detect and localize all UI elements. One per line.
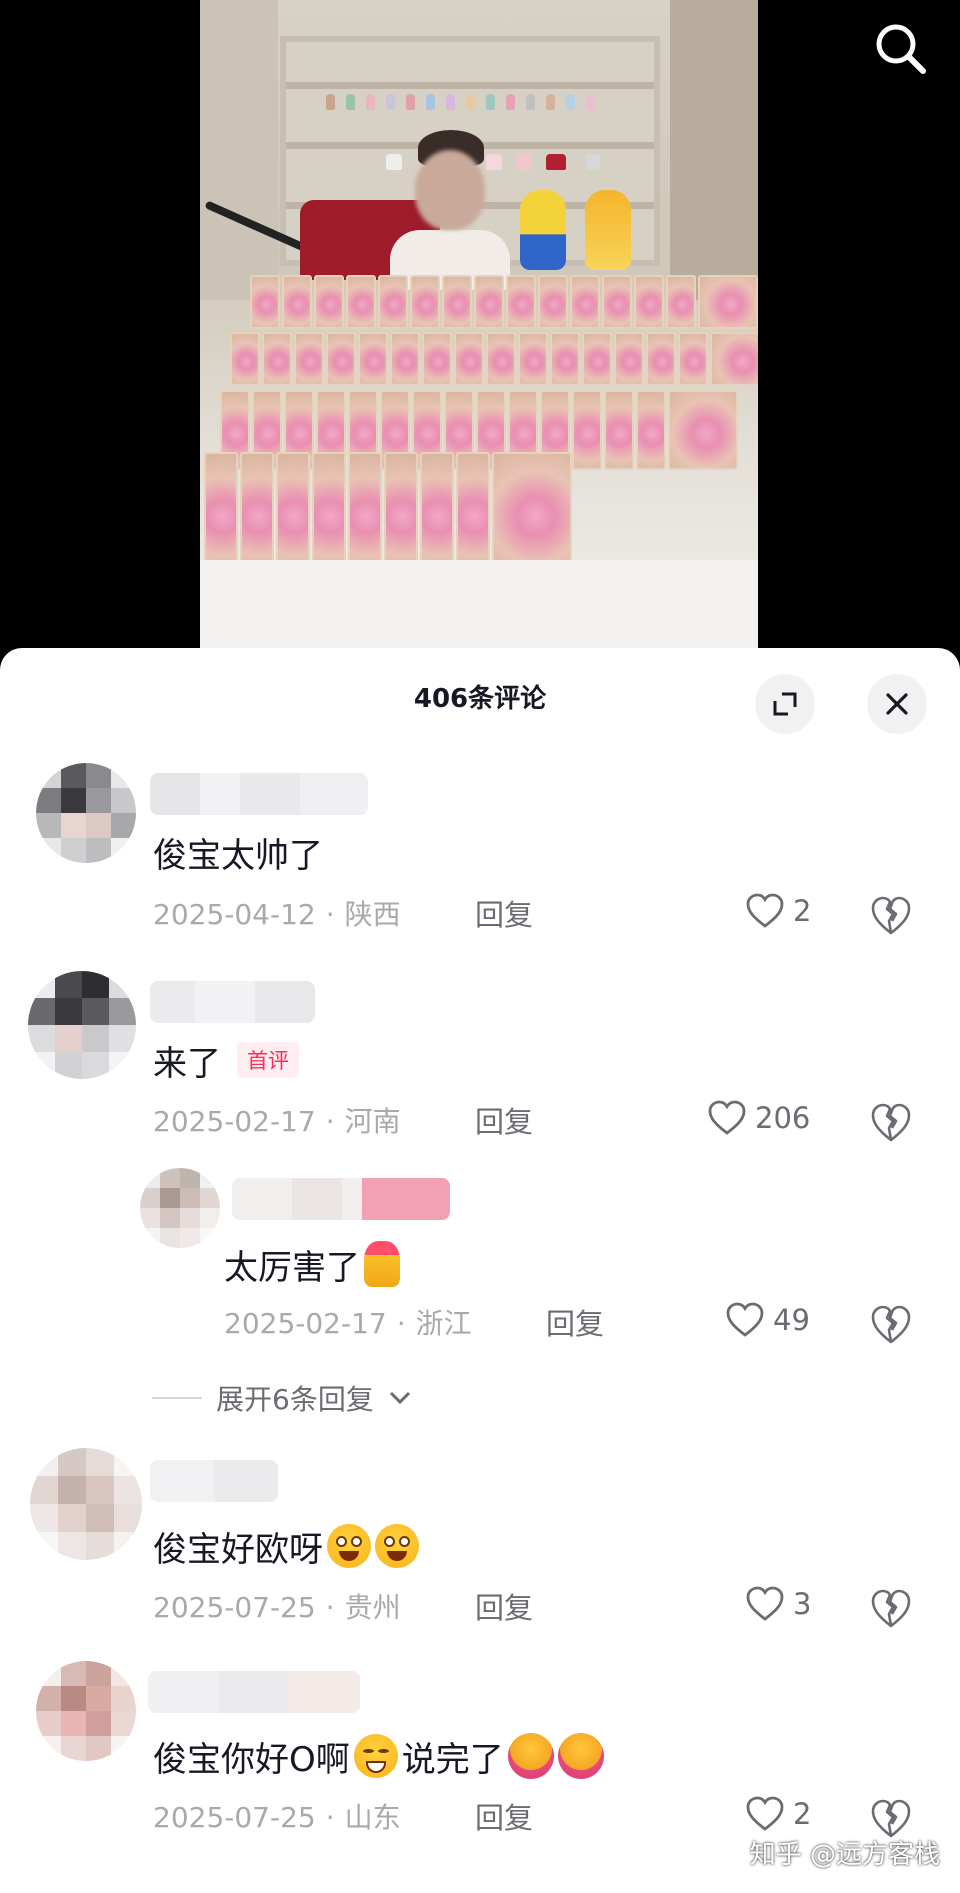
avatar[interactable] bbox=[36, 1661, 136, 1761]
like-count: 206 bbox=[755, 1101, 811, 1135]
expand-button[interactable] bbox=[755, 674, 815, 734]
toy-figure bbox=[585, 190, 631, 270]
separator: · bbox=[325, 1591, 335, 1624]
like-count: 3 bbox=[793, 1587, 812, 1621]
comment-count-title: 406条评论 bbox=[413, 684, 547, 714]
shelf-left bbox=[200, 0, 278, 300]
expand-replies-label: 展开6条回复 bbox=[216, 1383, 374, 1416]
like-count: 49 bbox=[773, 1303, 810, 1337]
like-count: 2 bbox=[793, 894, 812, 928]
separator: · bbox=[325, 898, 335, 931]
comment-meta: 2025-04-12 · 陕西 bbox=[153, 893, 401, 933]
video-player[interactable] bbox=[0, 0, 960, 660]
heart-icon bbox=[746, 893, 784, 928]
watermark: 知乎 @远方客栈 bbox=[749, 1840, 940, 1870]
reply-button[interactable]: 回复 bbox=[475, 1099, 533, 1141]
comment-location: 浙江 bbox=[415, 1307, 472, 1340]
card-row-1 bbox=[250, 275, 758, 329]
expand-replies-button[interactable]: 展开6条回复 bbox=[152, 1378, 412, 1418]
comment-meta: 2025-07-25 · 山东 bbox=[153, 1796, 401, 1836]
username-blurred[interactable] bbox=[148, 1671, 360, 1713]
chevron-down-icon bbox=[389, 1391, 410, 1405]
separator: · bbox=[325, 1105, 335, 1138]
comment-text-content-2: 说完了 bbox=[401, 1739, 504, 1780]
like-button[interactable]: 49 bbox=[725, 1301, 810, 1339]
grin-sweat-emoji bbox=[353, 1734, 398, 1778]
first-comment-badge: 首评 bbox=[237, 1042, 299, 1078]
comment-text: 太厉害了 bbox=[224, 1238, 400, 1290]
avatar[interactable] bbox=[140, 1168, 220, 1248]
table-top bbox=[200, 560, 758, 648]
broken-heart-icon[interactable] bbox=[869, 1303, 913, 1347]
like-button[interactable]: 2 bbox=[745, 892, 811, 930]
avatar[interactable] bbox=[36, 763, 136, 863]
like-button[interactable]: 3 bbox=[745, 1585, 811, 1623]
reply-button[interactable]: 回复 bbox=[546, 1301, 604, 1343]
divider-line bbox=[152, 1397, 202, 1399]
comment-date: 2025-02-17 bbox=[224, 1307, 387, 1340]
person-head-blurred bbox=[415, 150, 485, 230]
close-button[interactable] bbox=[867, 674, 927, 734]
card-row-4 bbox=[204, 452, 572, 570]
heart-icon bbox=[726, 1302, 764, 1337]
expand-icon bbox=[773, 692, 797, 716]
comment-text: 俊宝太帅了 bbox=[153, 830, 323, 876]
avatar[interactable] bbox=[30, 1448, 142, 1560]
broken-heart-icon[interactable] bbox=[869, 894, 913, 938]
comment-meta: 2025-07-25 · 贵州 bbox=[153, 1586, 401, 1626]
comment-location: 河南 bbox=[344, 1105, 401, 1138]
comment-text-content: 太厉害了 bbox=[224, 1247, 360, 1288]
comment-text-content: 俊宝太帅了 bbox=[153, 835, 323, 876]
broken-heart-icon[interactable] bbox=[869, 1587, 913, 1631]
comment-date: 2025-04-12 bbox=[153, 898, 316, 931]
heart-icon bbox=[708, 1100, 746, 1135]
comment-location: 山东 bbox=[344, 1801, 401, 1834]
search-icon bbox=[876, 24, 926, 74]
close-icon bbox=[886, 693, 908, 715]
comment-location: 陕西 bbox=[344, 898, 401, 931]
toy-minion bbox=[520, 190, 566, 270]
username-blurred[interactable] bbox=[150, 1460, 278, 1502]
reply-button[interactable]: 回复 bbox=[475, 1795, 533, 1837]
separator: · bbox=[396, 1307, 406, 1340]
like-button[interactable]: 206 bbox=[707, 1099, 810, 1137]
avatar[interactable] bbox=[28, 971, 136, 1079]
comment-date: 2025-07-25 bbox=[153, 1591, 316, 1624]
star-eyes-emoji bbox=[375, 1524, 419, 1568]
comment-text-content: 来了 bbox=[153, 1043, 221, 1084]
comment-location: 贵州 bbox=[344, 1591, 401, 1624]
star-eyes-emoji bbox=[327, 1524, 371, 1568]
heart-icon bbox=[746, 1586, 784, 1621]
separator: · bbox=[325, 1801, 335, 1834]
hug-emoji bbox=[507, 1733, 554, 1779]
like-button[interactable]: 2 bbox=[745, 1795, 811, 1833]
comment-date: 2025-02-17 bbox=[153, 1105, 316, 1138]
comment-text: 俊宝好欧呀 bbox=[153, 1520, 419, 1572]
search-button[interactable] bbox=[870, 18, 930, 78]
reply-button[interactable]: 回复 bbox=[475, 892, 533, 934]
finger-heart-emoji bbox=[364, 1241, 400, 1287]
reply-button[interactable]: 回复 bbox=[475, 1585, 533, 1627]
comment-text-content: 俊宝你好O啊 bbox=[153, 1739, 350, 1780]
heart-icon bbox=[746, 1796, 784, 1831]
video-frame bbox=[200, 0, 758, 648]
comment-meta: 2025-02-17 · 河南 bbox=[153, 1100, 401, 1140]
comment-text: 俊宝你好O啊 说完了 bbox=[153, 1730, 604, 1782]
username-blurred[interactable] bbox=[232, 1178, 450, 1220]
hug-emoji bbox=[557, 1733, 604, 1779]
broken-heart-icon[interactable] bbox=[869, 1101, 913, 1145]
shelf-right bbox=[670, 0, 758, 300]
comment-sheet: 406条评论 俊宝太帅了 2025-04-12 · 陕西 回复 2 来了 首评 … bbox=[0, 648, 960, 1893]
comment-text-content: 俊宝好欧呀 bbox=[153, 1529, 323, 1570]
card-row-2 bbox=[230, 332, 758, 386]
comment-meta: 2025-02-17 · 浙江 bbox=[224, 1302, 472, 1342]
username-blurred[interactable] bbox=[150, 773, 368, 815]
comment-text: 来了 首评 bbox=[153, 1038, 299, 1084]
comment-date: 2025-07-25 bbox=[153, 1801, 316, 1834]
like-count: 2 bbox=[793, 1797, 812, 1831]
username-blurred[interactable] bbox=[150, 981, 315, 1023]
